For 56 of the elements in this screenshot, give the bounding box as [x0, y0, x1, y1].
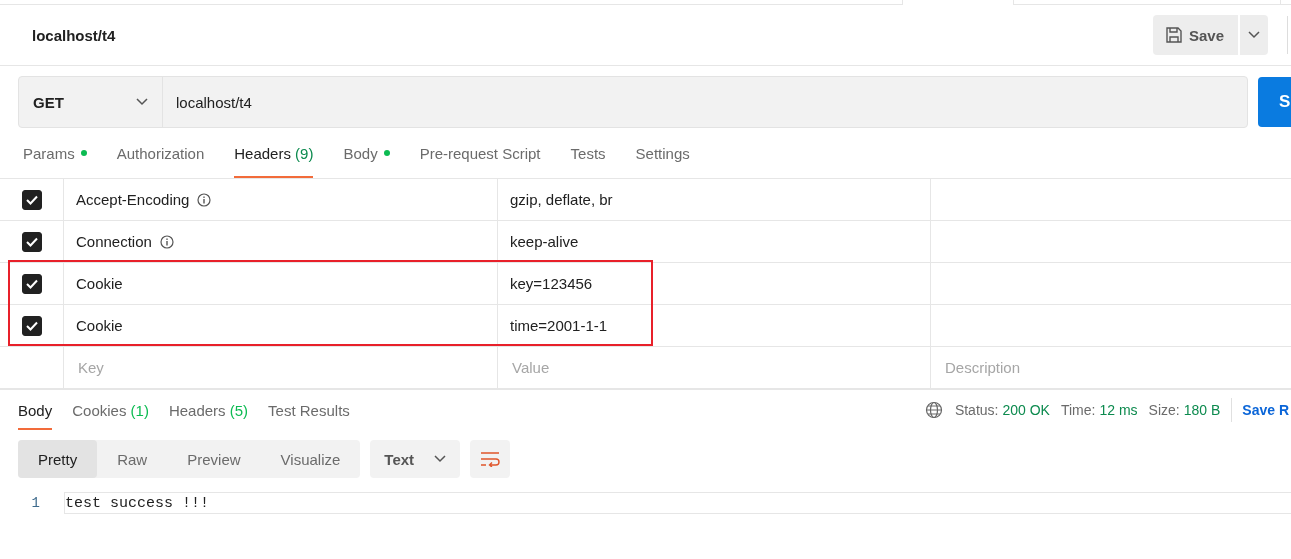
checkmark-icon — [25, 320, 38, 331]
send-button[interactable]: S — [1258, 77, 1291, 127]
status-label: Status: — [954, 402, 999, 418]
size-value: 180 B — [1183, 402, 1221, 418]
size-label: Size: — [1148, 402, 1180, 418]
response-tab[interactable]: Body — [18, 390, 53, 430]
header-value: gzip, deflate, br — [510, 191, 613, 208]
request-tab[interactable]: Tests — [570, 128, 606, 178]
line-number: 1 — [30, 495, 41, 511]
checkmark-icon — [25, 194, 38, 205]
view-tab[interactable]: Visualize — [260, 440, 361, 478]
view-tab[interactable]: Raw — [97, 440, 168, 478]
header-key: Cookie — [76, 275, 123, 292]
header-value: key=123456 — [510, 275, 593, 292]
request-tab[interactable]: Pre-request Script — [419, 128, 541, 178]
request-tab[interactable]: Authorization — [116, 128, 205, 178]
response-tab[interactable]: Headers (5) — [168, 390, 249, 430]
caret-icon — [1248, 31, 1260, 39]
status-value: 200 OK — [1002, 402, 1050, 418]
checkbox[interactable] — [21, 231, 42, 252]
key-field[interactable]: Key — [76, 358, 480, 377]
value-field[interactable]: Value — [510, 358, 913, 377]
save-button[interactable]: Save — [1152, 15, 1238, 55]
view-tab[interactable]: Pretty — [18, 440, 98, 478]
header-value: time=2001-1-1 — [510, 317, 608, 334]
checkbox[interactable] — [21, 273, 42, 294]
time-value: 12 ms — [1099, 402, 1138, 418]
method-dropdown[interactable]: GET — [19, 77, 163, 127]
header-key: Connection — [76, 233, 152, 250]
description-field[interactable]: Description — [943, 358, 1278, 377]
globe-icon — [924, 401, 943, 419]
request-tab[interactable]: Params — [23, 128, 87, 178]
url-field[interactable]: GET localhost/t4 — [18, 76, 1248, 128]
wrap-lines-button[interactable] — [470, 440, 511, 478]
request-title: localhost/t4 — [32, 26, 116, 44]
save-icon — [1164, 26, 1183, 44]
code-line: test success !!! — [65, 494, 210, 512]
request-tab[interactable]: Settings — [635, 128, 690, 178]
request-tab[interactable]: Headers (9) — [234, 128, 314, 178]
wrap-lines-icon — [480, 451, 501, 467]
checkbox[interactable] — [21, 189, 42, 210]
caret-icon — [434, 455, 447, 463]
checkmark-icon — [25, 278, 38, 289]
response-tab[interactable]: Cookies (1) — [72, 390, 149, 430]
request-tab[interactable]: Body — [343, 128, 390, 178]
caret-icon — [136, 98, 148, 106]
format-dropdown[interactable]: Text — [370, 440, 461, 478]
view-tab[interactable]: Preview — [167, 440, 261, 478]
checkbox[interactable] — [21, 315, 42, 336]
header-value: keep-alive — [510, 233, 579, 250]
response-tab[interactable]: Test Results — [268, 390, 350, 430]
save-response-button[interactable]: Save R — [1242, 402, 1291, 418]
checkmark-icon — [25, 236, 38, 247]
header-key: Accept-Encoding — [76, 191, 190, 208]
header-key: Cookie — [76, 317, 123, 334]
time-label: Time: — [1060, 402, 1096, 418]
